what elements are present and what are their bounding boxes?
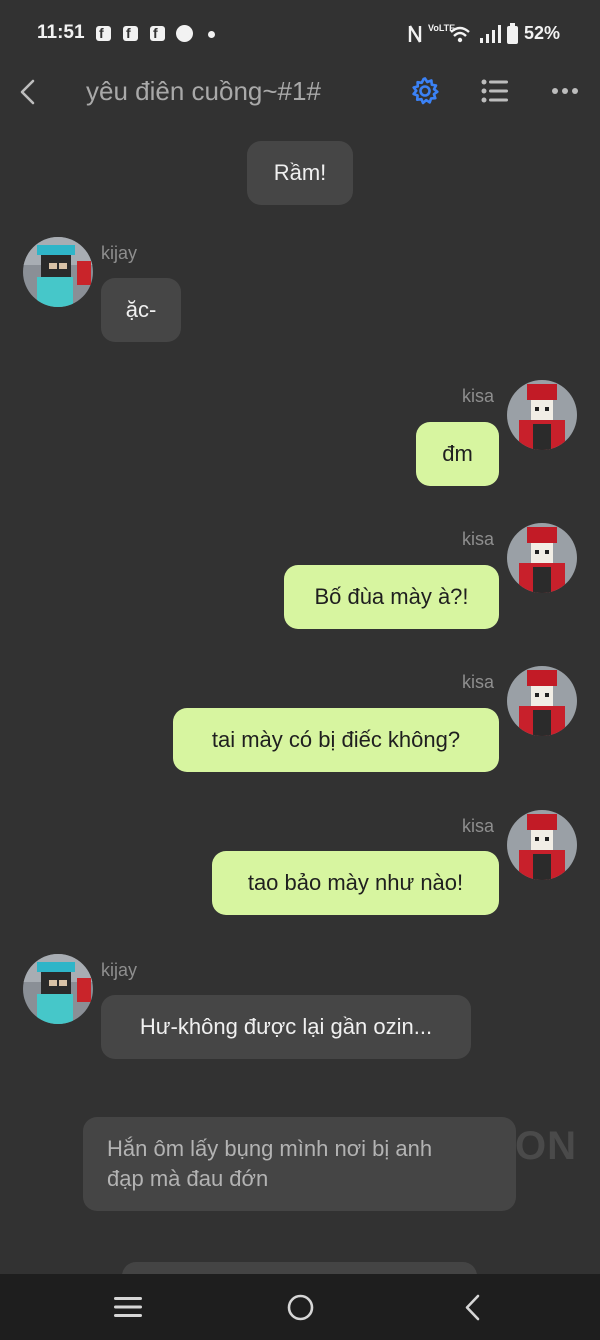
avatar-kijay[interactable] <box>23 237 93 307</box>
back-arrow-icon[interactable] <box>18 78 38 106</box>
facebook-notification-icon: f <box>150 25 165 41</box>
chat-title: yêu điên cuồng~#1# <box>86 76 321 106</box>
message-text: Rầm! <box>273 160 327 185</box>
status-time: 11:51 <box>37 22 85 43</box>
sender-name: kisa <box>462 386 495 406</box>
facebook-notification-icon: f <box>123 25 138 41</box>
watermark: ON <box>515 1124 577 1168</box>
narration-line: đạp mà đau đớn <box>107 1166 269 1191</box>
battery-icon <box>507 23 518 44</box>
message-bubble-sent: Bố đùa mày à?! <box>284 565 499 629</box>
messenger-notification-icon <box>176 25 193 42</box>
message-bubble-received: ặc- <box>101 278 181 342</box>
sender-name: kijay <box>101 243 138 263</box>
more-options-icon[interactable] <box>551 86 579 96</box>
settings-gear-icon[interactable] <box>410 76 440 106</box>
message-bubble-sent: tao bảo mày như nào! <box>212 851 499 915</box>
sender-name: kisa <box>462 816 495 836</box>
message-bubble-sent: đm <box>416 422 499 486</box>
avatar-kisa[interactable] <box>507 523 577 593</box>
message-text: tai mày có bị điếc không? <box>211 727 461 752</box>
facebook-notification-icon: f <box>96 25 111 41</box>
signal-icon <box>480 25 501 43</box>
narration-line: Hắn ôm lấy bụng mình nơi bị anh <box>107 1136 433 1161</box>
more-notifications-dot-icon <box>208 31 215 38</box>
sender-name: kisa <box>462 529 495 549</box>
avatar-kijay[interactable] <box>23 954 93 1024</box>
message-text: Bố đùa mày à?! <box>314 584 469 609</box>
volte-icon: VoLTE <box>428 23 456 33</box>
recent-apps-icon[interactable] <box>114 1296 142 1318</box>
message-text: đm <box>442 441 473 466</box>
narration-bubble: Hắn ôm lấy bụng mình nơi bị anh đạp mà đ… <box>83 1117 516 1211</box>
message-bubble-received: Hư-không được lại gần ozin... <box>101 995 471 1059</box>
list-icon[interactable] <box>481 79 509 103</box>
back-nav-icon[interactable] <box>463 1294 481 1321</box>
avatar-kisa[interactable] <box>507 380 577 450</box>
battery-percent: 52% <box>524 23 561 43</box>
narration-bubble: Rầm! <box>247 141 353 205</box>
message-text: tao bảo mày như nào! <box>247 870 464 895</box>
nfc-icon <box>408 25 422 43</box>
system-navigation-bar <box>0 1274 600 1340</box>
home-icon[interactable] <box>287 1294 314 1321</box>
message-text: Hư-không được lại gần ozin... <box>139 1014 433 1039</box>
sender-name: kijay <box>101 960 138 980</box>
status-bar: 11:51 f f f VoLTE 52% <box>0 0 600 66</box>
avatar-kisa[interactable] <box>507 666 577 736</box>
message-bubble-sent: tai mày có bị điếc không? <box>173 708 499 772</box>
sender-name: kisa <box>462 672 495 692</box>
message-text: ặc- <box>125 297 157 322</box>
avatar-kisa[interactable] <box>507 810 577 880</box>
wifi-icon <box>450 26 470 43</box>
